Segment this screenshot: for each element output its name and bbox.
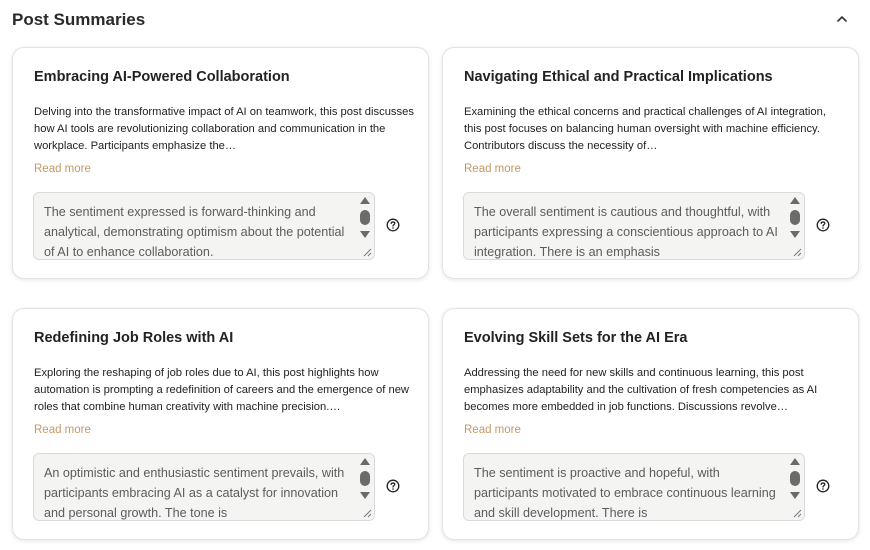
section-header: Post Summaries (12, 10, 858, 30)
read-more-link[interactable]: Read more (464, 161, 521, 177)
scroll-up-arrow-icon[interactable] (789, 457, 801, 466)
collapse-button[interactable] (834, 10, 850, 28)
summary-card: Navigating Ethical and Practical Implica… (442, 47, 859, 279)
sentiment-textarea[interactable]: The overall sentiment is cautious and th… (463, 192, 805, 260)
scrollbar[interactable] (786, 454, 804, 510)
resize-grip-icon[interactable] (792, 508, 802, 518)
card-title: Embracing AI-Powered Collaboration (34, 69, 290, 85)
card-description: Delving into the transformative impact o… (34, 106, 414, 152)
card-title: Evolving Skill Sets for the AI Era (464, 330, 688, 346)
scroll-down-arrow-icon[interactable] (789, 491, 801, 500)
question-circle-icon[interactable] (386, 218, 400, 232)
scroll-up-arrow-icon[interactable] (359, 196, 371, 205)
resize-grip-icon[interactable] (362, 247, 372, 257)
sentiment-textarea[interactable]: The sentiment is proactive and hopeful, … (463, 453, 805, 521)
sentiment-text: The sentiment is proactive and hopeful, … (474, 466, 776, 520)
scrollbar-thumb[interactable] (790, 471, 800, 486)
resize-grip-icon[interactable] (792, 247, 802, 257)
summary-card: Embracing AI-Powered Collaboration Delvi… (12, 47, 429, 279)
question-circle-icon[interactable] (816, 479, 830, 493)
scroll-down-arrow-icon[interactable] (359, 230, 371, 239)
card-title: Redefining Job Roles with AI (34, 330, 234, 346)
sentiment-text: The overall sentiment is cautious and th… (474, 205, 778, 259)
scroll-down-arrow-icon[interactable] (789, 230, 801, 239)
card-description: Addressing the need for new skills and c… (464, 367, 818, 413)
summary-card: Evolving Skill Sets for the AI Era Addre… (442, 308, 859, 540)
sentiment-textarea[interactable]: The sentiment expressed is forward-think… (33, 192, 375, 260)
scrollbar[interactable] (356, 454, 374, 510)
question-circle-icon[interactable] (386, 479, 400, 493)
resize-grip-icon[interactable] (362, 508, 372, 518)
scroll-up-arrow-icon[interactable] (789, 196, 801, 205)
read-more-link[interactable]: Read more (464, 422, 521, 438)
sentiment-textarea[interactable]: An optimistic and enthusiastic sentiment… (33, 453, 375, 521)
card-title: Navigating Ethical and Practical Implica… (464, 69, 773, 85)
chevron-up-icon (837, 16, 847, 22)
scrollbar[interactable] (786, 193, 804, 249)
card-description: Examining the ethical concerns and pract… (464, 106, 826, 152)
card-description: Exploring the reshaping of job roles due… (34, 367, 409, 413)
scrollbar-thumb[interactable] (360, 471, 370, 486)
scrollbar-thumb[interactable] (790, 210, 800, 225)
scroll-up-arrow-icon[interactable] (359, 457, 371, 466)
page-title: Post Summaries (12, 10, 146, 29)
read-more-link[interactable]: Read more (34, 422, 91, 438)
question-circle-icon[interactable] (816, 218, 830, 232)
scroll-down-arrow-icon[interactable] (359, 491, 371, 500)
sentiment-text: The sentiment expressed is forward-think… (44, 205, 345, 259)
summary-card: Redefining Job Roles with AI Exploring t… (12, 308, 429, 540)
scrollbar[interactable] (356, 193, 374, 249)
sentiment-text: An optimistic and enthusiastic sentiment… (44, 466, 345, 520)
scrollbar-thumb[interactable] (360, 210, 370, 225)
read-more-link[interactable]: Read more (34, 161, 91, 177)
